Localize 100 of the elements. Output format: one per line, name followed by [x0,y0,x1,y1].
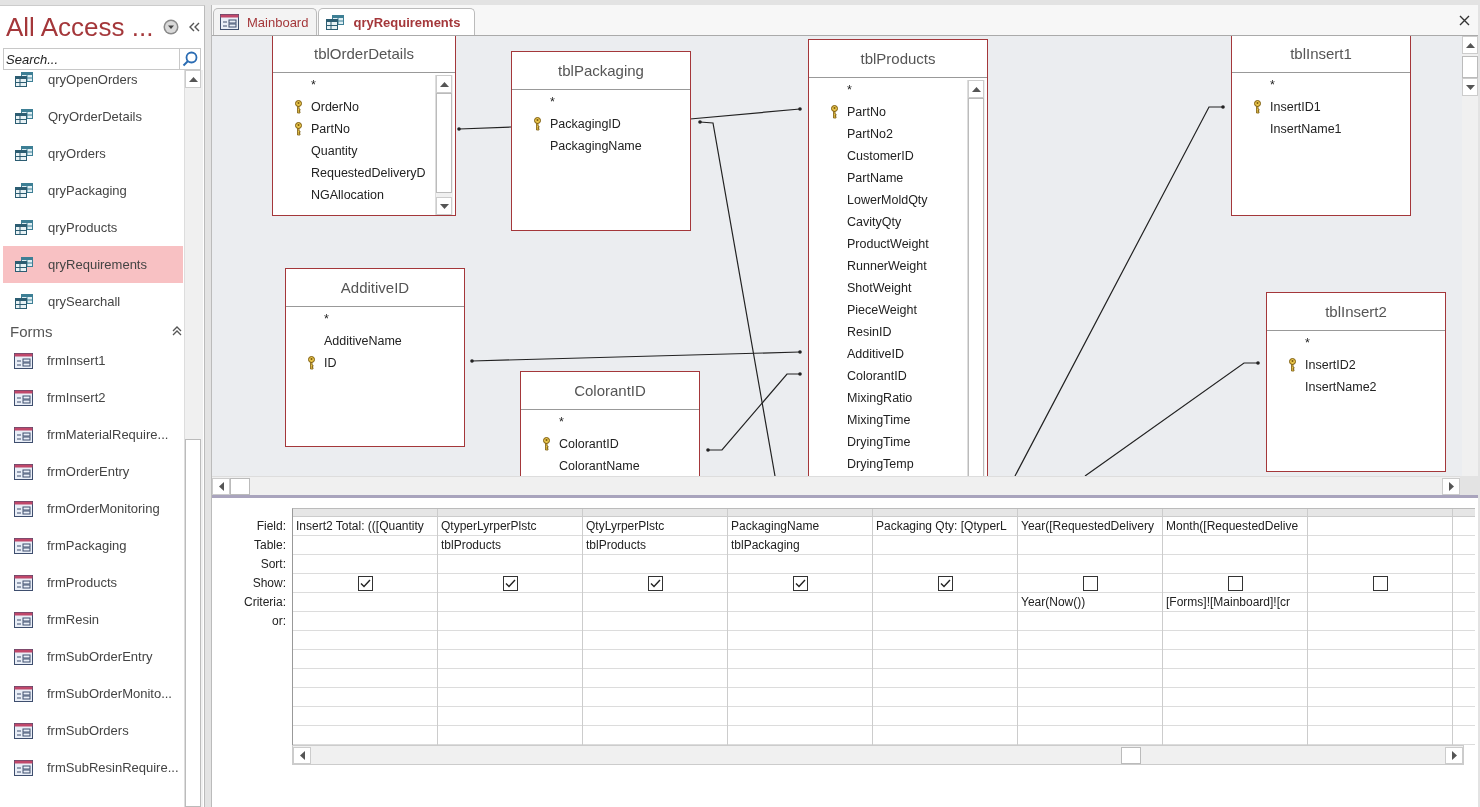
scroll-thumb[interactable] [1462,56,1478,78]
field-name[interactable]: MixingRatio [847,391,913,405]
scroll-right-button[interactable] [1445,746,1463,764]
nav-item[interactable]: frmOrderMonitoring [3,490,183,527]
field-name[interactable]: PartName [847,171,904,185]
field-name[interactable]: PackagingName [550,139,642,153]
field-name[interactable]: * [311,78,316,92]
grid-cell[interactable]: QtyperLyrperPlstc [438,517,582,536]
field-name[interactable]: PartNo [847,105,886,119]
show-checkbox[interactable] [357,575,373,591]
nav-item[interactable]: frmSubResinRequire... [3,749,183,786]
nav-item[interactable]: frmSubOrderMonito... [3,675,183,712]
field-name[interactable]: InsertID2 [1305,358,1356,372]
field-name[interactable]: ID [324,356,337,370]
show-checkbox[interactable] [647,575,663,591]
grid-cell[interactable]: Month([RequestedDelive [1163,517,1307,536]
scrollbar[interactable] [435,75,453,215]
scroll-down-button[interactable] [436,197,452,215]
collapse-section-icon[interactable] [172,326,182,336]
nav-item[interactable]: frmResin [3,601,183,638]
field-name[interactable]: RequestedDeliveryD [311,166,426,180]
field-name[interactable]: AdditiveName [324,334,402,348]
show-checkbox[interactable] [792,575,808,591]
nav-item[interactable]: frmSubOrderEntry [3,638,183,675]
field-name[interactable]: PartNo [311,122,350,136]
field-name[interactable]: Quantity [311,144,358,158]
show-checkbox[interactable] [937,575,953,591]
field-name[interactable]: CavityQty [847,215,902,229]
field-name[interactable]: ShotWeight [847,281,912,295]
scrollbar[interactable] [1462,36,1478,476]
field-name[interactable]: ResinID [847,325,892,339]
nav-item[interactable]: qryRequirements [3,246,183,283]
field-name[interactable]: PackagingID [550,117,621,131]
join-line[interactable] [457,126,512,131]
table-box[interactable]: ColorantID * ColorantID ColorantName [520,371,700,476]
nav-item[interactable]: frmInsert2 [3,379,183,416]
field-name[interactable]: AdditiveID [847,347,904,361]
nav-item[interactable]: qryProducts [3,209,183,246]
scroll-up-button[interactable] [968,80,984,98]
table-box[interactable]: tblProducts * PartNo PartNo2 CustomerID PartName LowerMoldQty CavityQty ProductWeight RunnerWeight ShotWeight PieceWeight ResinID AdditiveID ColorantID MixingRatio MixingTime DryingTime DryingTemp [808,39,988,476]
grid-cell[interactable]: tblPackaging [728,536,872,555]
nav-item[interactable]: qrySearchall [3,283,183,320]
scroll-right-button[interactable] [1442,477,1460,495]
grid-cell[interactable]: Year([RequestedDelivery [1018,517,1162,536]
field-name[interactable]: RunnerWeight [847,259,927,273]
table-box[interactable]: tblPackaging * PackagingID PackagingName [511,51,691,231]
grid-cell[interactable]: Packaging Qty: [QtyperL [873,517,1017,536]
document-tab[interactable]: Mainboard [213,8,318,35]
table-box[interactable]: tblInsert1 * InsertID1 InsertName1 [1231,36,1411,216]
show-checkbox[interactable] [1372,575,1388,591]
field-name[interactable]: PieceWeight [847,303,917,317]
scroll-down-button[interactable] [1462,78,1478,96]
field-name[interactable]: DryingTemp [847,457,914,471]
show-checkbox[interactable] [1082,575,1098,591]
dropdown-icon[interactable] [163,19,180,35]
close-icon[interactable] [1459,14,1470,26]
table-box[interactable]: tblInsert2 * InsertID2 InsertName2 [1266,292,1446,472]
field-name[interactable]: ColorantID [559,437,619,451]
field-name[interactable]: DryingTime [847,435,911,449]
scroll-up-button[interactable] [185,70,201,88]
grid-cell[interactable]: tblProducts [438,536,582,555]
nav-item[interactable]: frmSubOrders [3,712,183,749]
nav-item[interactable]: frmInsert1 [3,342,183,379]
grid-cell[interactable]: PackagingName [728,517,872,536]
nav-item[interactable]: frmPackaging [3,527,183,564]
scroll-left-button[interactable] [293,746,311,764]
field-name[interactable]: * [1270,78,1275,92]
grid-cell[interactable]: QtyLyrperPlstc [583,517,727,536]
field-name[interactable]: ColorantID [847,369,907,383]
join-line[interactable] [689,107,802,120]
field-name[interactable]: PartNo2 [847,127,893,141]
field-name[interactable]: CustomerID [847,149,914,163]
nav-item[interactable]: frmOrderEntry [3,453,183,490]
field-name[interactable]: InsertName1 [1270,122,1342,136]
scroll-thumb[interactable] [230,477,250,495]
scrollbar[interactable] [184,70,203,807]
document-tab[interactable]: qryRequirements [318,8,476,35]
scrollbar[interactable] [292,745,1464,765]
field-name[interactable]: ProductWeight [847,237,929,251]
scroll-up-button[interactable] [436,75,452,93]
field-name[interactable]: * [550,95,555,109]
nav-item[interactable]: frmProducts [3,564,183,601]
section-header[interactable]: Forms [10,322,53,340]
show-checkbox[interactable] [502,575,518,591]
field-name[interactable]: NGAllocation [311,188,384,202]
grid-cell[interactable]: [Forms]![Mainboard]![cr [1163,593,1307,612]
field-name[interactable]: InsertID1 [1270,100,1321,114]
scroll-up-button[interactable] [1462,36,1478,54]
nav-item[interactable]: QryOrderDetails [3,98,183,135]
scroll-thumb[interactable] [436,93,452,193]
field-name[interactable]: ColorantName [559,459,640,473]
collapse-pane-icon[interactable] [189,22,201,32]
scroll-thumb[interactable] [185,439,201,807]
field-name[interactable]: * [1305,336,1310,350]
field-name[interactable]: InsertName2 [1305,380,1377,394]
scroll-left-button[interactable] [212,477,230,495]
field-name[interactable]: LowerMoldQty [847,193,928,207]
nav-item[interactable]: frmMaterialRequire... [3,416,183,453]
field-name[interactable]: * [324,312,329,326]
table-box[interactable]: tblOrderDetails * OrderNo PartNo Quantity RequestedDeliveryD NGAllocation [272,36,456,216]
